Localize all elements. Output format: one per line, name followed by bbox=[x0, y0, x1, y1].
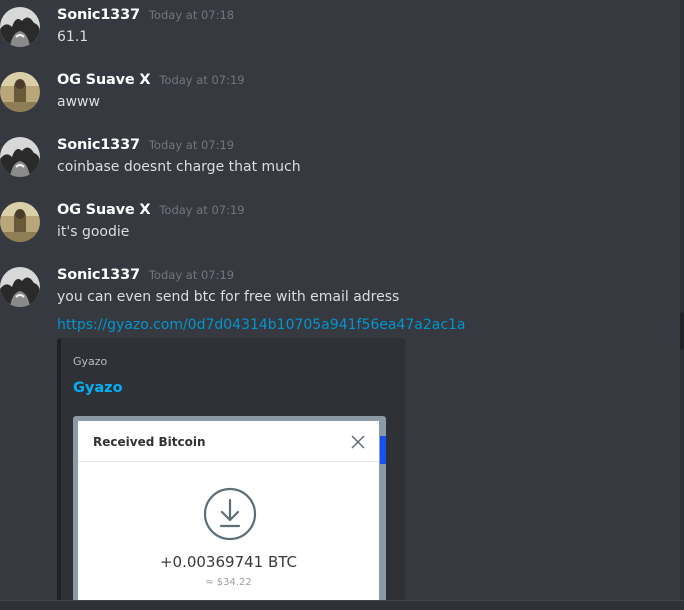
timestamp: Today at 07:18 bbox=[148, 8, 235, 22]
received-bitcoin-dialog: Received Bitcoin +0.00369741 BTC ≈ $34.2… bbox=[78, 421, 379, 610]
timestamp: Today at 07:19 bbox=[159, 203, 245, 217]
author-name[interactable]: Sonic1337 bbox=[57, 267, 140, 283]
author-name[interactable]: OG Suave X bbox=[57, 72, 151, 88]
scrollbar-thumb[interactable] bbox=[680, 312, 684, 350]
message-header: Sonic1337 Today at 07:19 bbox=[57, 137, 234, 157]
avatar[interactable] bbox=[0, 72, 40, 112]
message-content: 61.1 bbox=[57, 29, 89, 45]
timestamp: Today at 07:19 bbox=[148, 268, 235, 282]
link-embed: Gyazo Gyazo Received Bitcoin +0.00369741… bbox=[57, 338, 405, 610]
message-content: awww bbox=[57, 94, 100, 110]
author-name[interactable]: Sonic1337 bbox=[57, 137, 140, 153]
embed-image[interactable]: Received Bitcoin +0.00369741 BTC ≈ $34.2… bbox=[73, 416, 386, 610]
author-name[interactable]: Sonic1337 bbox=[57, 7, 140, 23]
timestamp: Today at 07:19 bbox=[148, 138, 235, 152]
chat-message-list: Sonic1337 Today at 07:18 61.1 OG Suave X… bbox=[0, 0, 684, 610]
embed-title[interactable]: Gyazo bbox=[73, 380, 123, 396]
avatar[interactable] bbox=[0, 267, 40, 307]
background-strip bbox=[380, 436, 386, 464]
message-header: OG Suave X Today at 07:19 bbox=[57, 202, 245, 222]
scrollbar[interactable] bbox=[680, 0, 684, 600]
author-name[interactable]: OG Suave X bbox=[57, 202, 151, 218]
usd-amount: ≈ $34.22 bbox=[205, 577, 252, 588]
avatar[interactable] bbox=[0, 7, 40, 47]
dialog-header: Received Bitcoin bbox=[78, 421, 379, 462]
btc-amount: +0.00369741 BTC bbox=[159, 553, 298, 571]
timestamp: Today at 07:19 bbox=[159, 73, 245, 87]
embed-provider[interactable]: Gyazo bbox=[73, 355, 107, 368]
message-header: Sonic1337 Today at 07:19 bbox=[57, 267, 234, 287]
close-icon bbox=[351, 434, 365, 449]
message-content: it's goodie bbox=[57, 224, 130, 240]
dialog-title: Received Bitcoin bbox=[93, 435, 206, 449]
message-header: Sonic1337 Today at 07:18 bbox=[57, 7, 234, 27]
message-header: OG Suave X Today at 07:19 bbox=[57, 72, 245, 92]
message-content: coinbase doesnt charge that much bbox=[57, 159, 301, 175]
avatar[interactable] bbox=[0, 202, 40, 242]
message-input-edge bbox=[0, 600, 684, 610]
avatar[interactable] bbox=[0, 137, 40, 177]
gyazo-link[interactable]: https://gyazo.com/0d7d04314b10705a941f56… bbox=[57, 317, 466, 333]
message-content: you can even send btc for free with emai… bbox=[57, 289, 400, 305]
download-circle-icon bbox=[202, 486, 258, 542]
